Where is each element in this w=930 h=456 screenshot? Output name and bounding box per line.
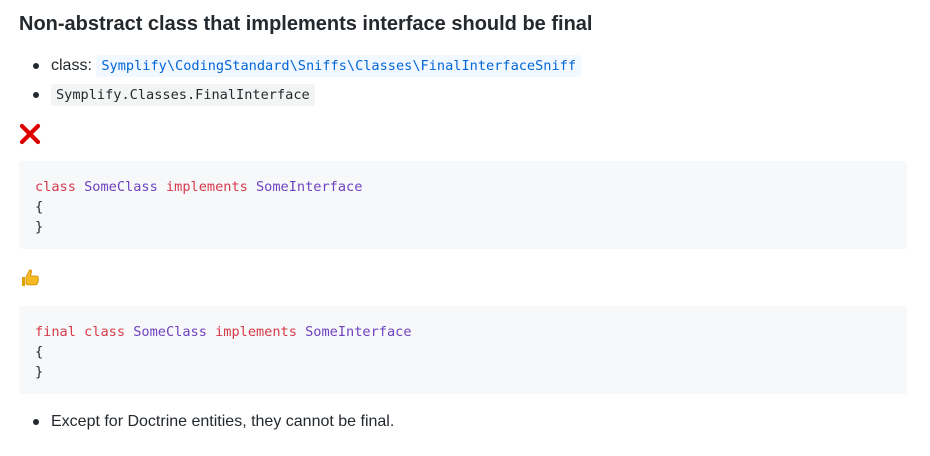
good-code-block: final class SomeClass implements SomeInt… — [19, 306, 907, 394]
code-interface-name: SomeInterface — [305, 324, 412, 340]
notes-list: Except for Doctrine entities, they canno… — [19, 409, 394, 435]
code-class-name: SomeClass — [133, 324, 207, 340]
thumbs-up-icon — [22, 269, 39, 286]
class-label: class: — [51, 57, 92, 74]
code-keyword: implements — [165, 179, 248, 195]
code-brace-close: } — [35, 219, 44, 235]
class-link[interactable]: Symplify\CodingStandard\Sniffs\Classes\F… — [96, 55, 582, 77]
code-brace-open: { — [35, 199, 44, 215]
code-keyword: class — [35, 179, 76, 195]
bad-code-block: class SomeClass implements SomeInterface… — [19, 161, 907, 249]
code-keyword: final — [35, 324, 76, 340]
list-item-note: Except for Doctrine entities, they canno… — [19, 409, 394, 435]
meta-list: class: Symplify\CodingStandard\Sniffs\Cl… — [19, 53, 582, 111]
list-item-class: class: Symplify\CodingStandard\Sniffs\Cl… — [19, 53, 582, 79]
page-title: Non-abstract class that implements inter… — [19, 13, 593, 35]
sniff-code: Symplify.Classes.FinalInterface — [51, 84, 315, 106]
list-item-sniff-code: Symplify.Classes.FinalInterface — [19, 82, 581, 108]
code-interface-name: SomeInterface — [256, 179, 363, 195]
code-keyword: class — [84, 324, 126, 340]
code-class-name: SomeClass — [84, 179, 158, 195]
code-brace-close: } — [35, 364, 44, 380]
cross-mark-icon — [19, 123, 41, 145]
code-keyword: implements — [215, 324, 297, 340]
code-brace-open: { — [35, 344, 44, 360]
